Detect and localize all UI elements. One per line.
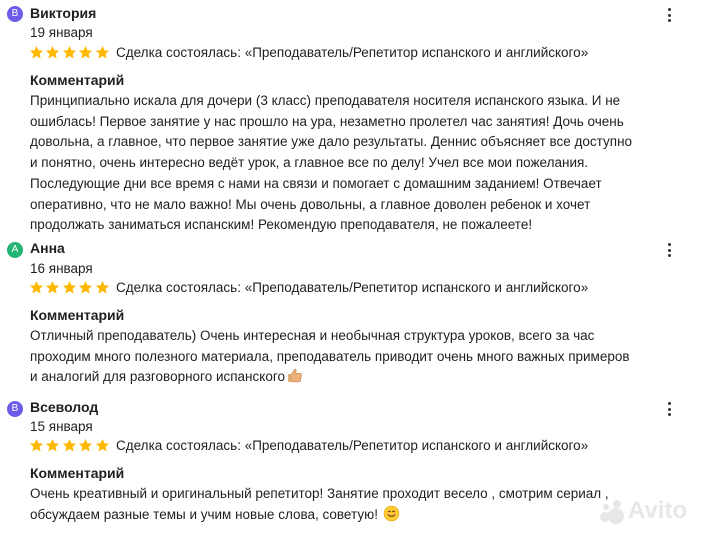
review-date: 19 января	[30, 25, 93, 40]
avatar[interactable]: В	[7, 6, 23, 22]
comment-line: довольна, а главное, что первое занятие …	[30, 134, 633, 150]
avito-logo-icon	[600, 500, 624, 524]
more-options-icon[interactable]	[664, 243, 674, 259]
watermark-text: Avito	[628, 497, 688, 524]
comment-line: проходим много полезного материала, преп…	[30, 348, 630, 364]
comment-line: и понятно, очень интересно ведёт урок, а…	[30, 155, 589, 171]
reviewer-name[interactable]: Всеволод	[30, 399, 98, 415]
more-options-icon[interactable]	[664, 8, 674, 24]
comment-title: Комментарий	[30, 465, 125, 481]
thumbs-up-icon	[286, 367, 303, 391]
review-date: 16 января	[30, 261, 93, 276]
deal-status: Сделка состоялась: «Преподаватель/Репети…	[116, 438, 589, 453]
comment-line: оперативно, что не мало важно! Мы очень …	[30, 196, 591, 212]
star-icon	[45, 45, 60, 60]
star-icon	[78, 438, 93, 453]
star-icon	[78, 280, 93, 295]
comment-title: Комментарий	[30, 307, 125, 323]
reviewer-name[interactable]: Виктория	[30, 5, 96, 21]
star-icon	[45, 280, 60, 295]
reviewer-name[interactable]: Анна	[30, 240, 65, 256]
star-icon	[45, 438, 60, 453]
deal-status: Сделка состоялась: «Преподаватель/Репети…	[116, 45, 589, 60]
comment-text: Отличный преподаватель) Очень интересная…	[30, 326, 700, 391]
star-icon	[29, 438, 44, 453]
more-options-icon[interactable]	[664, 402, 674, 418]
rating-stars	[29, 45, 111, 61]
comment-line: продолжать заниматься испанским! Рекомен…	[30, 217, 533, 233]
review-date: 15 января	[30, 419, 93, 434]
star-icon	[78, 45, 93, 60]
comment-line: Принципиально искала для дочери (3 класс…	[30, 93, 621, 108]
avatar[interactable]: В	[7, 401, 23, 417]
rating-stars	[29, 438, 111, 454]
comment-line: Последующие дни все время с нами на связ…	[30, 175, 602, 191]
star-icon	[62, 280, 77, 295]
star-icon	[95, 45, 110, 60]
comment-line: и аналогий для разговорного испанского	[30, 367, 700, 391]
deal-status: Сделка состоялась: «Преподаватель/Репети…	[116, 280, 589, 295]
star-icon	[95, 438, 110, 453]
smiling-face-icon	[383, 505, 400, 529]
star-icon	[29, 280, 44, 295]
star-icon	[29, 45, 44, 60]
star-icon	[95, 280, 110, 295]
comment-line: Отличный преподаватель) Очень интересная…	[30, 328, 595, 343]
comment-title: Комментарий	[30, 72, 125, 88]
comment-line-text: обсуждаем разные темы и учим новые слова…	[30, 506, 378, 522]
comment-line-text: и аналогий для разговорного испанского	[30, 369, 285, 385]
comment-text: Принципиально искала для дочери (3 класс…	[30, 91, 700, 236]
comment-line: ошиблась! Первое занятие у нас прошло на…	[30, 113, 624, 129]
rating-stars	[29, 280, 111, 296]
avatar[interactable]: А	[7, 242, 23, 258]
star-icon	[62, 438, 77, 453]
star-icon	[62, 45, 77, 60]
